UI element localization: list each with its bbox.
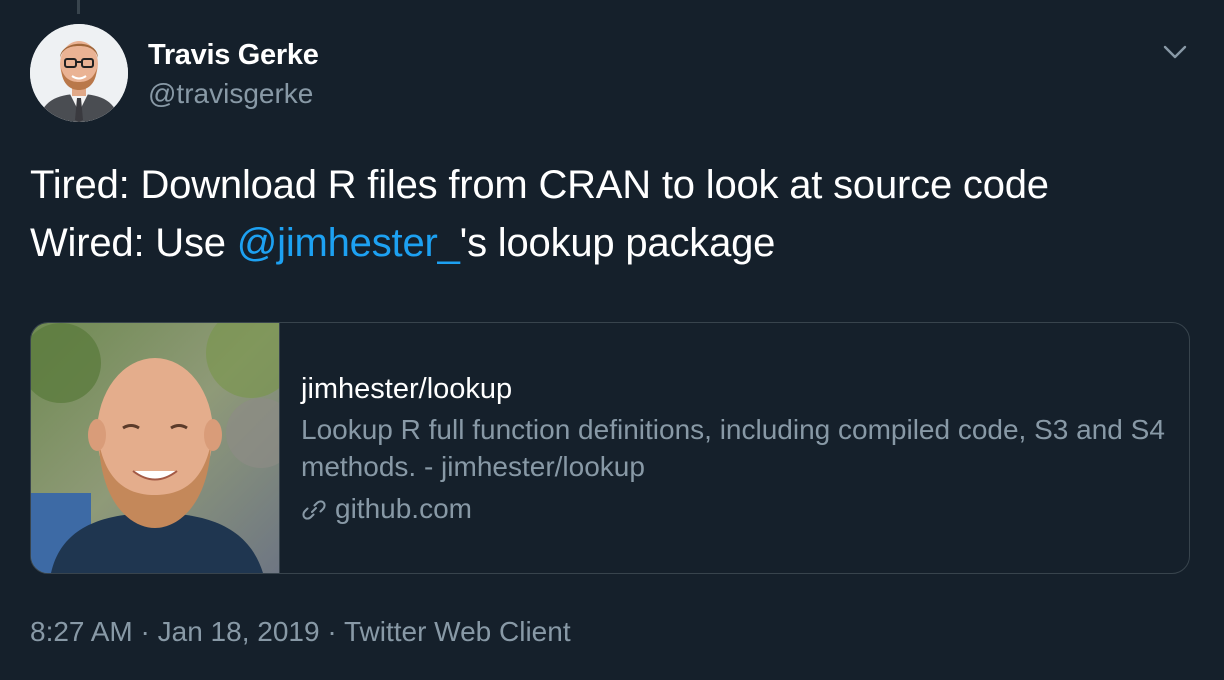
author-avatar[interactable] [30,24,128,122]
link-icon [301,496,327,522]
card-description: Lookup R full function definitions, incl… [301,414,1165,482]
tweet-line-2-suffix: 's lookup package [459,221,776,265]
author-name[interactable]: Travis Gerke [148,38,319,72]
card-body: jimhester/lookup Lookup R full function … [301,371,1181,527]
meta-separator: · [319,616,344,647]
tweet-meta: 8:27 AM · Jan 18, 2019 · Twitter Web Cli… [30,614,571,650]
tweet-client[interactable]: Twitter Web Client [344,616,571,647]
mention-link[interactable]: @jimhester_ [237,221,460,265]
chevron-down-icon[interactable] [1160,40,1190,64]
tweet-line-1: Tired: Download R files from CRAN to loo… [30,163,1049,207]
tweet-text: Tired: Download R files from CRAN to loo… [30,156,1200,272]
card-image [31,323,280,573]
tweet-date[interactable]: Jan 18, 2019 [158,616,320,647]
tweet-line-2: Wired: Use @jimhester_'s lookup package [30,214,1200,272]
tweet: Travis Gerke @travisgerke Tired: Downloa… [0,0,1224,680]
card-domain-label: github.com [335,493,472,524]
card-domain: github.com [301,491,1181,527]
card-title: jimhester/lookup [301,373,513,405]
tweet-line-2-prefix: Wired: Use [30,221,237,265]
tweet-time[interactable]: 8:27 AM [30,616,133,647]
link-card[interactable]: jimhester/lookup Lookup R full function … [30,322,1190,574]
author-handle[interactable]: @travisgerke [148,77,313,111]
meta-separator: · [132,616,158,647]
thread-line [77,0,80,14]
